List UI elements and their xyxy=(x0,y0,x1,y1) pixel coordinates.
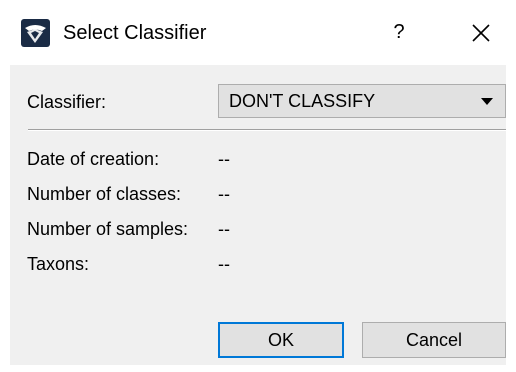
chevron-down-icon xyxy=(481,98,493,105)
app-logo-icon xyxy=(21,19,50,47)
help-button[interactable]: ? xyxy=(384,16,414,48)
close-icon[interactable] xyxy=(466,18,496,48)
taxons-label: Taxons: xyxy=(27,254,90,274)
classifier-dropdown-value: DON'T CLASSIFY xyxy=(229,91,376,111)
classifier-label: Classifier: xyxy=(27,92,107,112)
cancel-button[interactable]: Cancel xyxy=(362,322,506,358)
date-of-creation-label: Date of creation: xyxy=(27,149,160,169)
number-of-classes-label: Number of classes: xyxy=(27,184,182,204)
number-of-samples-label: Number of samples: xyxy=(27,219,189,239)
number-of-samples-value: -- xyxy=(218,219,230,239)
ok-button[interactable]: OK xyxy=(218,322,344,358)
date-of-creation-value: -- xyxy=(218,149,230,169)
taxons-value: -- xyxy=(218,254,230,274)
title-bar[interactable]: Select Classifier ? xyxy=(0,0,516,65)
divider xyxy=(28,129,506,131)
dialog-body: Classifier: DON'T CLASSIFY Date of creat… xyxy=(10,65,506,365)
number-of-classes-value: -- xyxy=(218,184,230,204)
select-classifier-dialog: Select Classifier ? Classifier: DON'T CL… xyxy=(0,0,516,372)
window-title: Select Classifier xyxy=(63,22,207,44)
classifier-dropdown[interactable]: DON'T CLASSIFY xyxy=(218,84,506,118)
